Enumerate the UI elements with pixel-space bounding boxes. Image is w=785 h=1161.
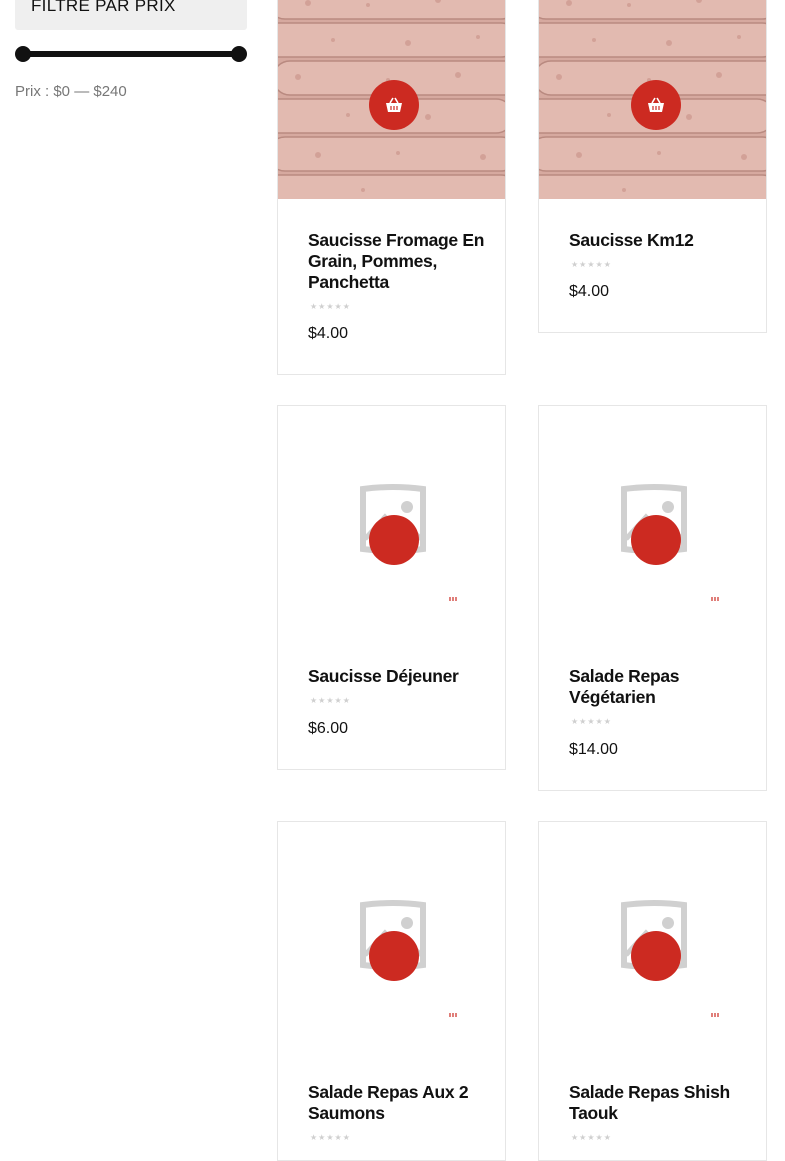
product-image-sausage[interactable] — [278, 0, 505, 199]
basket-icon — [707, 588, 723, 603]
add-to-cart-button[interactable] — [369, 80, 419, 130]
add-to-cart-button[interactable] — [369, 515, 461, 603]
product-price: $6.00 — [308, 720, 349, 737]
basket-icon — [386, 97, 402, 112]
product-card[interactable]: Salade Repas Aux 2 Saumons ★★★★★ — [277, 821, 506, 1161]
product-price: $4.00 — [308, 325, 349, 342]
basket-icon — [445, 1004, 461, 1019]
product-title[interactable]: Salade Repas Végétarien — [569, 666, 749, 708]
basket-icon — [445, 588, 461, 603]
product-card[interactable]: Salade Repas Végétarien ★★★★★ $14.00 — [538, 405, 767, 791]
add-to-cart-button[interactable] — [631, 515, 723, 603]
product-image-placeholder[interactable] — [278, 822, 505, 1056]
slider-track — [23, 51, 239, 57]
price-range-slider[interactable] — [15, 46, 247, 62]
product-card[interactable]: Saucisse Fromage En Grain, Pommes, Panch… — [277, 0, 506, 375]
star-rating-icon: ★★★★★ — [310, 1133, 351, 1142]
product-title[interactable]: Salade Repas Aux 2 Saumons — [308, 1082, 488, 1124]
add-to-cart-button[interactable] — [369, 931, 461, 1019]
product-title[interactable]: Saucisse Km12 — [569, 230, 749, 251]
basket-icon — [707, 1004, 723, 1019]
slider-min-handle[interactable] — [15, 46, 31, 62]
price-min-value: $0 — [53, 83, 71, 100]
product-card[interactable]: Salade Repas Shish Taouk ★★★★★ — [538, 821, 767, 1161]
star-rating-icon: ★★★★★ — [310, 302, 351, 311]
product-title[interactable]: Salade Repas Shish Taouk — [569, 1082, 749, 1124]
basket-icon — [648, 97, 664, 112]
star-rating-icon: ★★★★★ — [571, 260, 612, 269]
price-separator: — — [74, 83, 90, 100]
star-rating-icon: ★★★★★ — [571, 1133, 612, 1142]
price-max-value: $240 — [93, 83, 127, 100]
star-rating-icon: ★★★★★ — [571, 717, 612, 726]
add-to-cart-button[interactable] — [631, 80, 681, 130]
product-image-placeholder[interactable] — [278, 406, 505, 640]
product-image-placeholder[interactable] — [539, 406, 766, 640]
product-card[interactable]: Saucisse Déjeuner ★★★★★ $6.00 — [277, 405, 506, 770]
product-image-sausage[interactable] — [539, 0, 766, 199]
star-rating-icon: ★★★★★ — [310, 696, 351, 705]
price-label-text: Prix : — [15, 83, 50, 100]
add-to-cart-button[interactable] — [631, 931, 723, 1019]
product-title[interactable]: Saucisse Fromage En Grain, Pommes, Panch… — [308, 230, 488, 293]
price-range-label: Prix : $0 — $240 — [15, 83, 127, 100]
filter-title: FILTRE PAR PRIX — [31, 0, 176, 15]
product-title[interactable]: Saucisse Déjeuner — [308, 666, 488, 687]
filter-widget-title-box: FILTRE PAR PRIX — [15, 0, 247, 30]
slider-max-handle[interactable] — [231, 46, 247, 62]
product-price: $14.00 — [569, 741, 618, 758]
product-image-placeholder[interactable] — [539, 822, 766, 1056]
product-price: $4.00 — [569, 283, 610, 300]
product-card[interactable]: Saucisse Km12 ★★★★★ $4.00 — [538, 0, 767, 333]
